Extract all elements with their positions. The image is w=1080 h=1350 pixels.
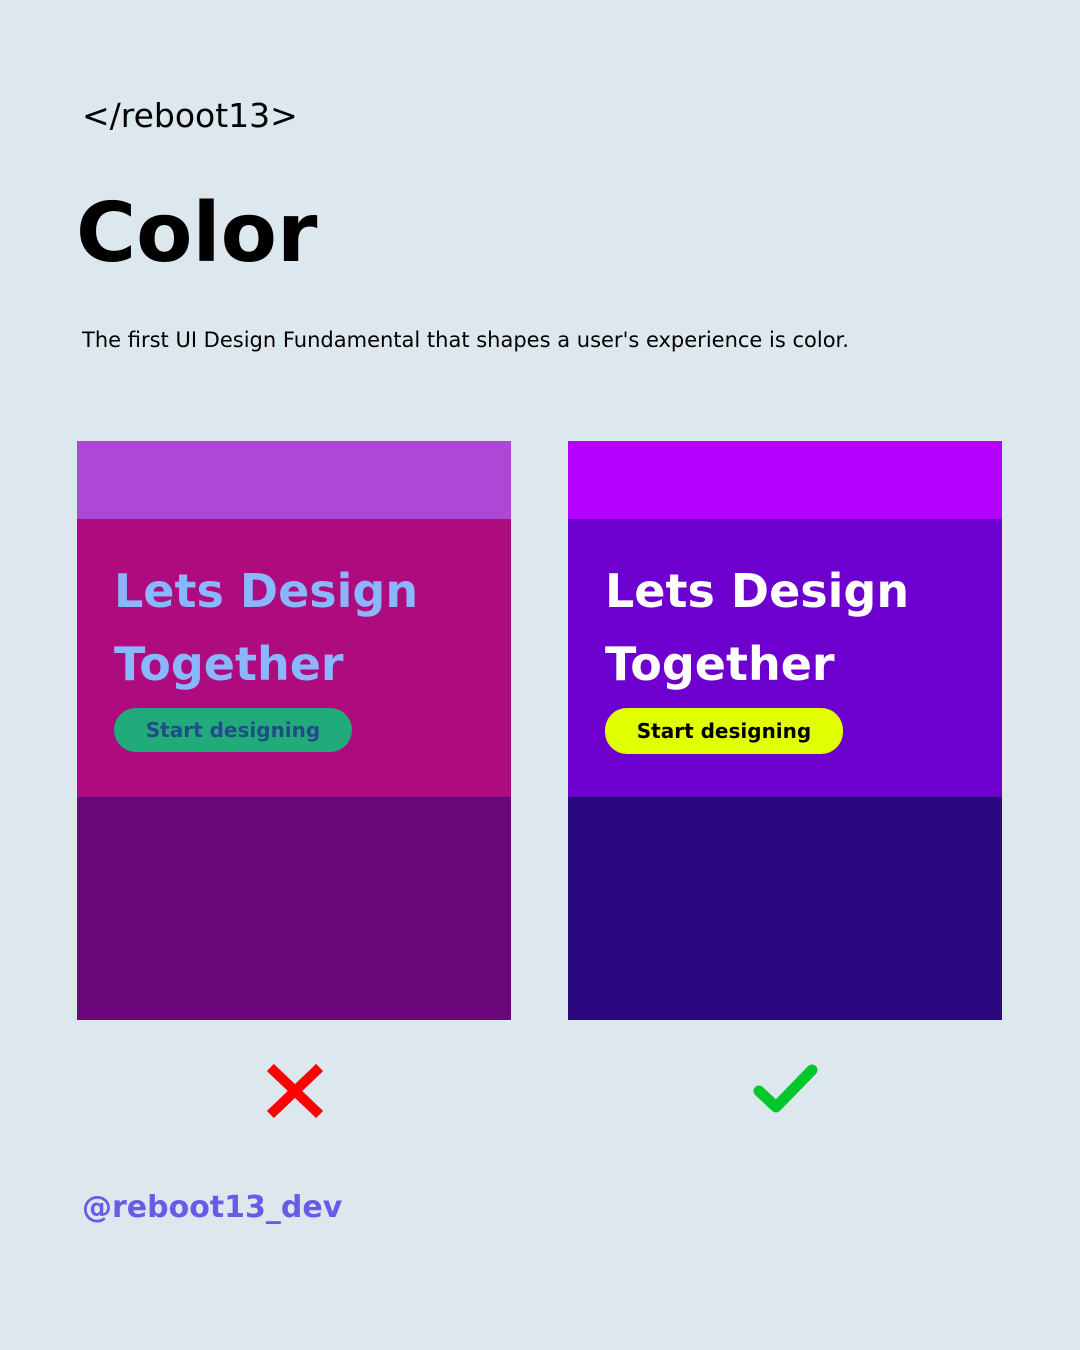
card-hero: Lets Design Together Start designing	[77, 519, 511, 797]
headline-line-2: Together	[605, 637, 835, 691]
page-subtitle: The first UI Design Fundamental that sha…	[82, 328, 849, 352]
start-designing-button[interactable]: Start designing	[114, 708, 352, 752]
card-hero: Lets Design Together Start designing	[568, 519, 1002, 797]
card-top-band	[77, 441, 511, 519]
check-icon	[752, 1062, 818, 1120]
card-headline: Lets Design Together	[114, 555, 504, 701]
start-designing-button[interactable]: Start designing	[605, 708, 843, 754]
headline-line-1: Lets Design	[114, 564, 419, 618]
page-title: Color	[76, 186, 318, 281]
headline-line-1: Lets Design	[605, 564, 910, 618]
cross-icon	[262, 1062, 328, 1120]
card-headline: Lets Design Together	[605, 555, 995, 701]
headline-line-2: Together	[114, 637, 344, 691]
card-bottom-band	[77, 797, 511, 1020]
bad-example-card: Lets Design Together Start designing	[77, 441, 511, 1020]
good-example-card: Lets Design Together Start designing	[568, 441, 1002, 1020]
brand-logo: </reboot13>	[82, 96, 298, 135]
card-bottom-band	[568, 797, 1002, 1020]
author-handle: @reboot13_dev	[82, 1190, 343, 1225]
card-top-band	[568, 441, 1002, 519]
